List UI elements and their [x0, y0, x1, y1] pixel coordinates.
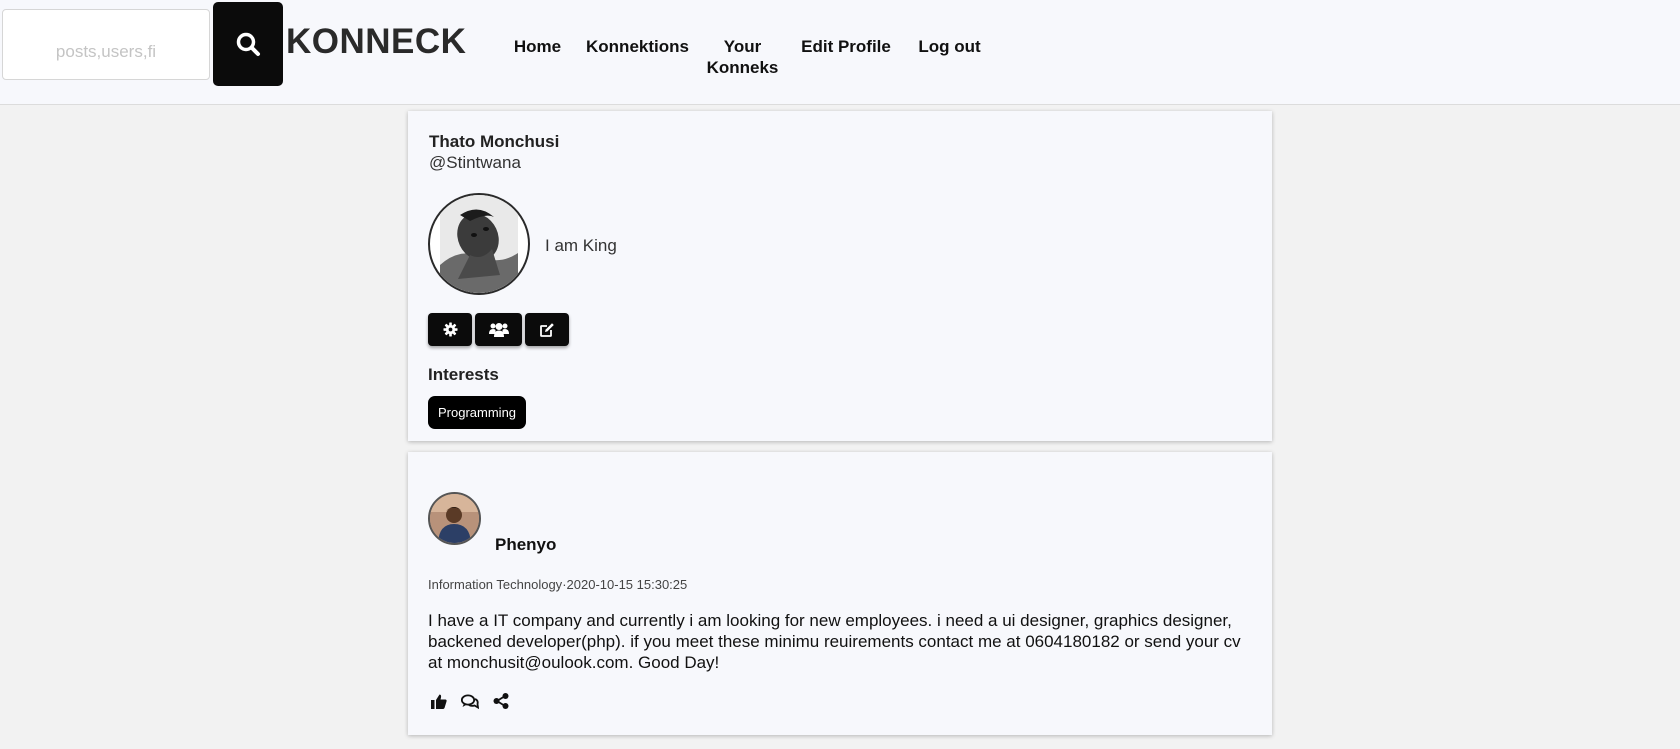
- post-category: Information Technology: [428, 577, 563, 592]
- interests-heading: Interests: [428, 365, 499, 384]
- konnektions-button[interactable]: [475, 313, 522, 346]
- users-icon: [488, 322, 509, 337]
- interest-tag[interactable]: Programming: [428, 396, 527, 429]
- main-nav: Home Konnektions Your Konneks Edit Profi…: [500, 36, 992, 78]
- profile-card: Thato Monchusi @Stintwana I am King Inte…: [408, 111, 1272, 441]
- post-body: I have a IT company and currently i am l…: [428, 611, 1241, 672]
- post-timestamp: 2020-10-15 15:30:25: [566, 577, 688, 592]
- settings-button[interactable]: [428, 313, 472, 346]
- profile-photo: [440, 195, 518, 293]
- nav-home[interactable]: Home: [500, 36, 575, 78]
- share-button[interactable]: [492, 692, 510, 710]
- nav-konnektions[interactable]: Konnektions: [575, 36, 700, 78]
- profile-name: Thato Monchusi: [429, 132, 560, 151]
- edit-profile-button[interactable]: [525, 313, 569, 346]
- thumbs-up-icon: [431, 694, 447, 709]
- author-photo: [430, 494, 479, 543]
- post-card: Phenyo Information Technology·2020-10-15…: [408, 452, 1272, 735]
- post-actions: [430, 692, 510, 710]
- search-icon: [236, 32, 260, 56]
- profile-handle: @Stintwana: [429, 153, 521, 172]
- brand-logo[interactable]: KONNECK: [286, 22, 466, 62]
- search-button[interactable]: [213, 2, 283, 86]
- post-meta: Information Technology·2020-10-15 15:30:…: [428, 577, 687, 592]
- nav-your-konneks-line1: Your: [723, 37, 762, 56]
- like-button[interactable]: [430, 692, 448, 710]
- gear-icon: [442, 322, 458, 337]
- nav-your-konneks[interactable]: Your Konneks: [700, 36, 785, 78]
- nav-edit-profile[interactable]: Edit Profile: [785, 36, 907, 78]
- profile-actions: [428, 313, 569, 346]
- search-input[interactable]: [2, 9, 210, 80]
- edit-icon: [540, 322, 554, 337]
- comment-button[interactable]: [461, 692, 479, 710]
- share-icon: [493, 693, 509, 709]
- author-avatar[interactable]: [428, 492, 481, 545]
- profile-bio: I am King: [545, 236, 617, 255]
- nav-log-out[interactable]: Log out: [907, 36, 992, 78]
- top-navbar: KONNECK Home Konnektions Your Konneks Ed…: [0, 0, 1680, 105]
- profile-avatar: [428, 193, 530, 295]
- post-author-name[interactable]: Phenyo: [495, 535, 556, 555]
- nav-your-konneks-line2: Konneks: [706, 58, 779, 77]
- comments-icon: [461, 694, 479, 709]
